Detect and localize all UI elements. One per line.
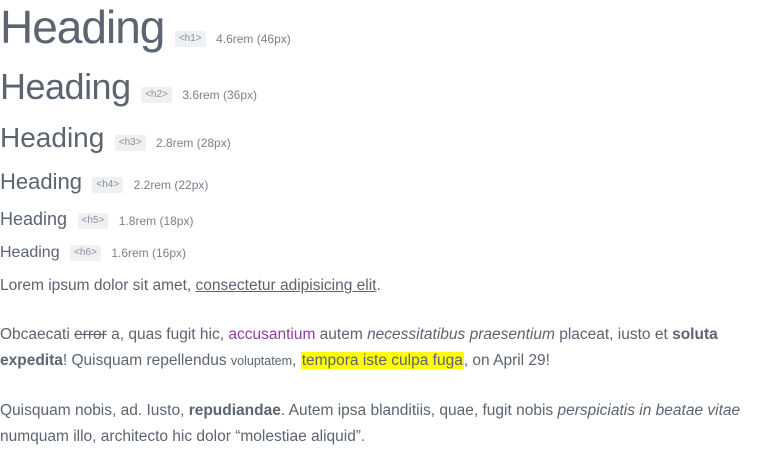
p3-text-1: Quisquam nobis, ad. Iusto, <box>0 402 189 419</box>
tag-badge-h6: <h6> <box>70 244 101 261</box>
small-text: voluptatem <box>230 354 293 368</box>
p2-text-4: placeat, iusto et <box>554 326 673 343</box>
p3-text-2: . Autem ipsa blanditiis, quae, fugit nob… <box>280 402 558 419</box>
tag-badge-h1: <h1> <box>174 30 206 47</box>
paragraph-quisquam: Quisquam nobis, ad. Iusto, repudiandae. … <box>0 398 760 450</box>
heading-row-h1: Heading <h1> 4.6rem (46px) <box>0 0 291 54</box>
paragraph-obcaecati: Obcaecati error a, quas fugit hic, accus… <box>0 322 760 374</box>
size-label-h5: 1.8rem (18px) <box>118 213 194 228</box>
p2-text-2: a, quas fugit hic, <box>106 326 229 343</box>
tag-badge-h3: <h3> <box>114 134 146 151</box>
italic-text: necessitatibus praesentium <box>367 326 555 343</box>
tag-badge-h4: <h4> <box>92 176 124 193</box>
heading-h2: Heading <box>0 66 131 107</box>
heading-row-h5: Heading <h5> 1.8rem (18px) <box>0 207 193 231</box>
bold-text-repudiandae: repudiandae <box>188 402 281 419</box>
size-label-h4: 2.2rem (22px) <box>133 177 209 192</box>
heading-h3: Heading <box>0 122 105 153</box>
p2-text-7: , on April 29! <box>463 352 550 369</box>
tag-badge-h2: <h2> <box>141 86 172 103</box>
tag-badge-h5: <h5> <box>77 212 109 229</box>
p3-text-3: numquam illo, architecto hic dolor “mole… <box>0 428 366 445</box>
p1-text-1: Lorem ipsum dolor sit amet, <box>0 277 196 294</box>
p2-text-6: , <box>292 352 301 369</box>
paragraph-lorem: Lorem ipsum dolor sit amet, consectetur … <box>0 273 760 299</box>
p2-text-3: autem <box>315 326 368 343</box>
size-label-h6: 1.6rem (16px) <box>111 245 187 260</box>
p1-text-2: . <box>376 277 381 294</box>
size-label-h2: 3.6rem (36px) <box>182 87 258 102</box>
typography-document: Heading <h1> 4.6rem (46px) Heading <h2> … <box>0 0 760 449</box>
heading-row-h4: Heading <h4> 2.2rem (22px) <box>0 168 208 196</box>
italic-text-perspiciatis: perspiciatis in beatae vitae <box>557 402 741 419</box>
heading-h5: Heading <box>0 209 68 229</box>
size-label-h1: 4.6rem (46px) <box>216 31 291 46</box>
heading-row-h6: Heading <h6> 1.6rem (16px) <box>0 242 186 264</box>
heading-h4: Heading <box>0 169 82 194</box>
underlined-text: consectetur adipisicing elit <box>195 277 377 294</box>
inline-link[interactable]: accusantium <box>228 326 315 343</box>
size-label-h3: 2.8rem (28px) <box>156 135 231 150</box>
heading-h6: Heading <box>0 244 60 261</box>
p2-text-1: Obcaecati <box>0 326 75 343</box>
heading-h1: Heading <box>0 1 165 53</box>
heading-row-h3: Heading <h3> 2.8rem (28px) <box>0 121 231 155</box>
strikethrough-text: error <box>74 326 107 343</box>
heading-row-h2: Heading <h2> 3.6rem (36px) <box>0 66 257 108</box>
p2-text-5: ! Quisquam repellendus <box>62 352 231 369</box>
highlighted-text: tempora iste culpa fuga <box>300 352 464 369</box>
